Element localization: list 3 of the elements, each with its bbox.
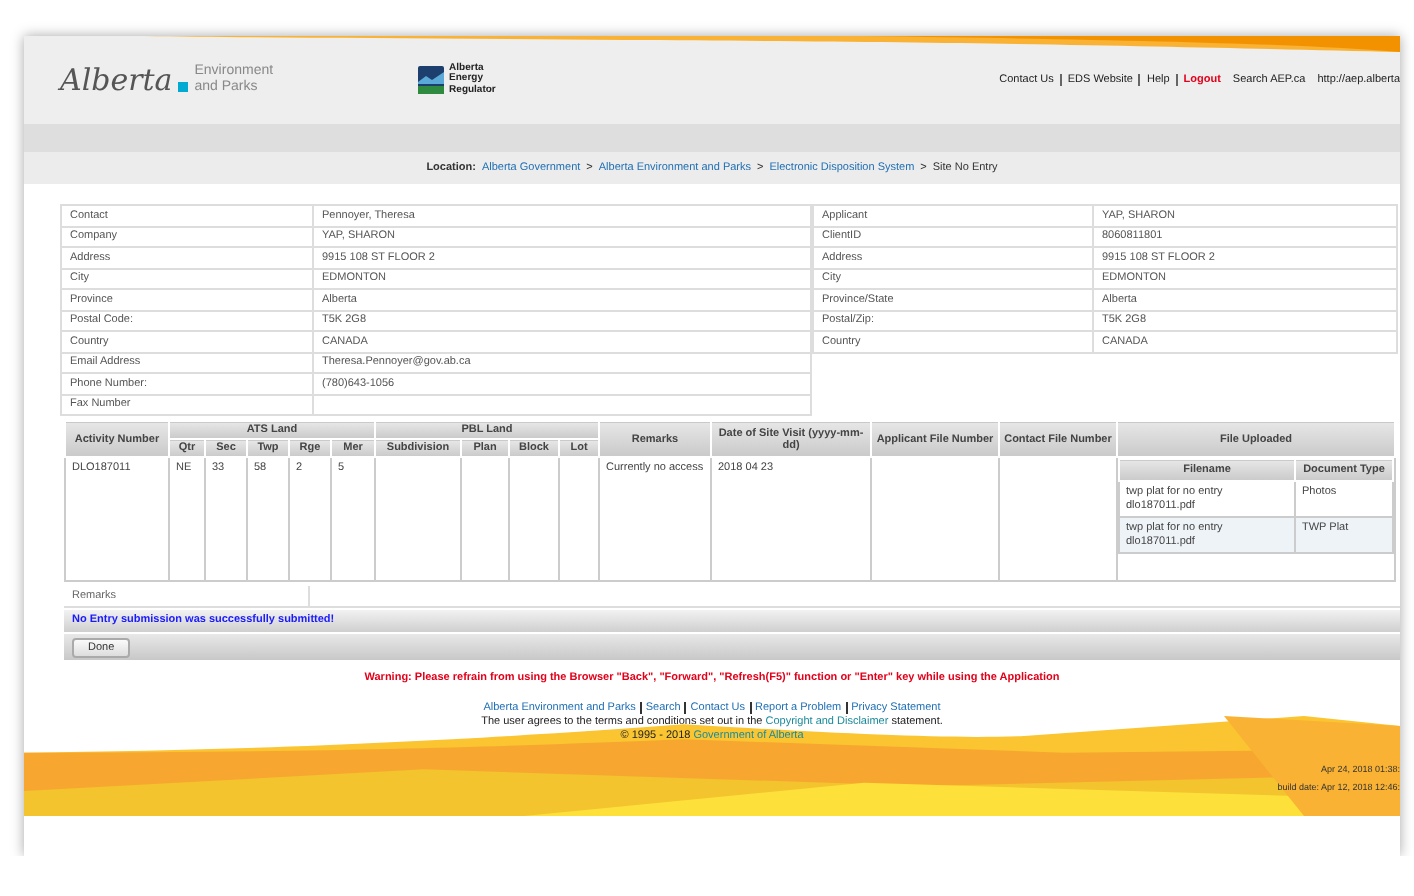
logo-square-icon [178,82,189,92]
regulator-logo-icon [417,66,444,94]
logo-wordmark: Alberta [60,62,173,98]
